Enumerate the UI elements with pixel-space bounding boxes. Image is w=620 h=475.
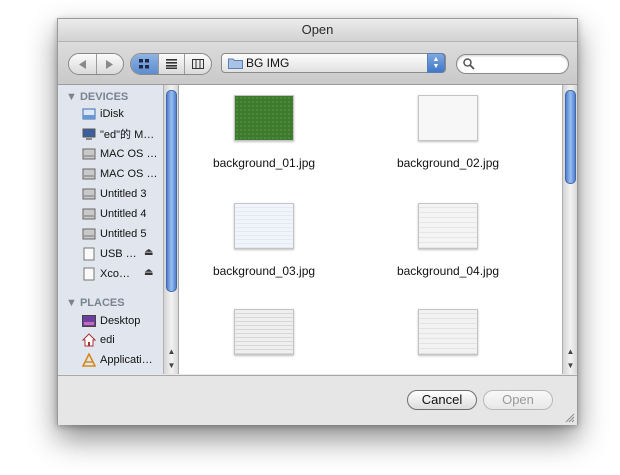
- sidebar-item-untitled-3[interactable]: Untitled 3: [82, 185, 168, 203]
- sidebar: ▼ DEVICES iDisk "ed"的 M… MAC OS … MAC OS…: [58, 85, 179, 374]
- forward-button[interactable]: [96, 54, 123, 74]
- search-field[interactable]: [456, 54, 569, 74]
- open-button[interactable]: Open: [483, 390, 553, 410]
- list-view-icon: [166, 59, 177, 69]
- file-thumbnail: [234, 95, 294, 141]
- location-label: BG IMG: [246, 56, 290, 70]
- file-item[interactable]: [189, 299, 329, 374]
- file-name: background_02.jpg: [396, 156, 500, 170]
- list-view-button[interactable]: [158, 54, 184, 74]
- file-browser: background_01.jpg background_02.jpg back…: [179, 85, 577, 374]
- sidebar-item-usb[interactable]: USB …: [82, 245, 168, 263]
- disclosure-triangle-icon: ▼: [66, 297, 77, 309]
- sidebar-scroll-thumb[interactable]: [166, 90, 177, 292]
- hard-drive-icon: [82, 148, 96, 160]
- location-popup[interactable]: BG IMG ▲ ▼: [221, 53, 446, 73]
- file-item[interactable]: background_04.jpg: [373, 193, 513, 293]
- resize-grip-icon[interactable]: [565, 413, 575, 423]
- icon-view-button[interactable]: [131, 54, 158, 74]
- file-scroll-thumb[interactable]: [565, 90, 576, 184]
- back-arrow-icon: [78, 59, 86, 69]
- icon-view-icon: [139, 59, 149, 69]
- hard-drive-icon: [82, 168, 96, 180]
- idisk-icon: [82, 108, 96, 120]
- file-name: background_04.jpg: [396, 264, 500, 278]
- sidebar-item-home[interactable]: edi: [82, 331, 168, 349]
- file-scrollbar[interactable]: ▲ ▼: [562, 85, 577, 374]
- file-name: background_03.jpg: [212, 264, 316, 278]
- file-thumbnail: [418, 309, 478, 355]
- devices-header[interactable]: ▼ DEVICES: [66, 91, 128, 103]
- hard-drive-icon: [82, 228, 96, 240]
- column-view-button[interactable]: [184, 54, 211, 74]
- computer-icon: [82, 128, 96, 140]
- hard-drive-icon: [82, 208, 96, 220]
- file-name: background_01.jpg: [212, 156, 316, 170]
- popup-arrows-icon: ▲ ▼: [427, 53, 445, 73]
- eject-icon[interactable]: ⏏: [144, 267, 153, 278]
- dialog-button-bar: Cancel Open: [58, 375, 577, 425]
- sidebar-item-desktop[interactable]: Desktop: [82, 312, 168, 330]
- search-icon: [463, 58, 475, 70]
- history-nav: [68, 53, 124, 75]
- hard-drive-icon: [82, 188, 96, 200]
- folder-icon: [228, 58, 243, 69]
- disclosure-triangle-icon: ▼: [66, 91, 77, 103]
- sidebar-item-idisk[interactable]: iDisk: [82, 105, 168, 123]
- view-mode-control: [130, 53, 212, 75]
- home-icon: [82, 333, 96, 347]
- places-header[interactable]: ▼ PLACES: [66, 297, 125, 309]
- eject-icon[interactable]: ⏏: [144, 247, 153, 258]
- sidebar-item-xcode[interactable]: Xco…: [82, 265, 168, 283]
- file-item[interactable]: background_01.jpg: [189, 85, 329, 185]
- sidebar-item-mac-os-2[interactable]: MAC OS …: [82, 165, 168, 183]
- file-item[interactable]: background_02.jpg: [373, 85, 513, 185]
- scroll-up-arrow-icon[interactable]: ▲: [563, 345, 577, 358]
- open-dialog: Open BG IMG ▲ ▼ ▼ DEVICES iDisk "ed"的 M……: [57, 18, 578, 425]
- sidebar-item-mac-os-1[interactable]: MAC OS …: [82, 145, 168, 163]
- file-item[interactable]: background_03.jpg: [189, 193, 329, 293]
- applications-icon: [82, 353, 96, 367]
- file-thumbnail: [234, 309, 294, 355]
- back-button[interactable]: [69, 54, 96, 74]
- file-thumbnail: [234, 203, 294, 249]
- sidebar-item-untitled-5[interactable]: Untitled 5: [82, 225, 168, 243]
- sidebar-item-untitled-4[interactable]: Untitled 4: [82, 205, 168, 223]
- usb-drive-icon: [83, 247, 95, 261]
- sidebar-scrollbar[interactable]: ▲ ▼: [163, 85, 178, 374]
- forward-arrow-icon: [106, 59, 113, 69]
- cancel-button[interactable]: Cancel: [407, 390, 477, 410]
- toolbar: BG IMG ▲ ▼: [58, 42, 577, 85]
- disk-image-icon: [83, 267, 95, 281]
- scroll-down-arrow-icon[interactable]: ▼: [164, 359, 178, 372]
- sidebar-item-applications[interactable]: Applicati…: [82, 351, 168, 369]
- desktop-icon: [82, 315, 96, 327]
- column-view-icon: [192, 59, 204, 69]
- scroll-down-arrow-icon[interactable]: ▼: [563, 359, 577, 372]
- scroll-up-arrow-icon[interactable]: ▲: [164, 345, 178, 358]
- sidebar-item-computer[interactable]: "ed"的 M…: [82, 125, 168, 143]
- file-item[interactable]: [373, 299, 513, 374]
- file-thumbnail: [418, 203, 478, 249]
- window-title: Open: [58, 19, 577, 42]
- file-thumbnail: [418, 95, 478, 141]
